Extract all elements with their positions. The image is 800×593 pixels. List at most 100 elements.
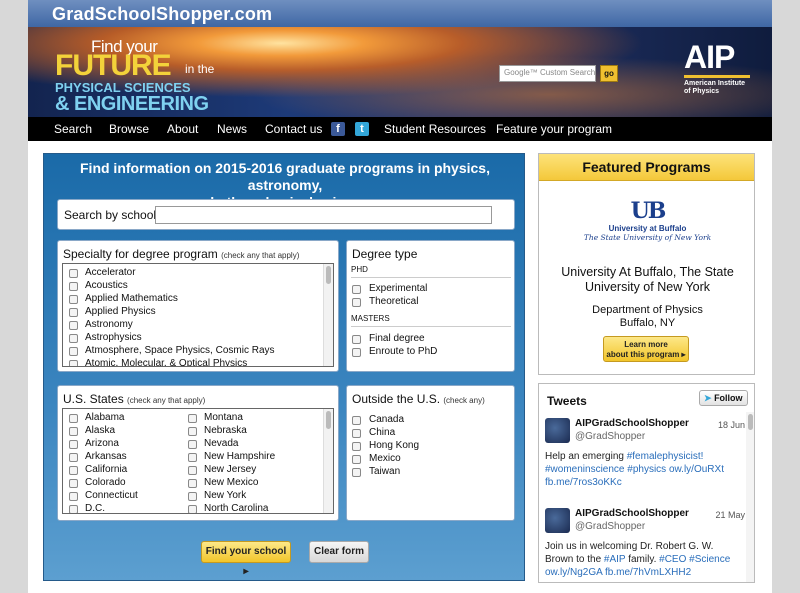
find-school-button[interactable]: Find your school ▸ xyxy=(201,541,291,577)
hashtag-link[interactable]: #CEO #Science xyxy=(659,554,730,565)
tweets-scrollbar[interactable] xyxy=(746,412,754,582)
checkbox[interactable] xyxy=(69,466,78,475)
scroll-thumb[interactable] xyxy=(326,411,331,429)
twitter-icon[interactable]: t xyxy=(355,122,369,136)
checkbox[interactable] xyxy=(188,427,197,436)
tweet-text: Join us in welcoming Dr. Robert G. W. Br… xyxy=(545,540,741,579)
state-item: Alabama xyxy=(85,412,125,423)
tweet-handle[interactable]: @GradShopper xyxy=(575,431,645,442)
divider xyxy=(351,277,511,278)
states-scrollbar[interactable] xyxy=(323,409,333,513)
search-by-school-box: Search by school xyxy=(57,199,515,230)
tweet-author[interactable]: AIPGradSchoolShopper xyxy=(575,508,689,519)
hashtag-link[interactable]: #AIP xyxy=(604,554,626,565)
outside-heading: Outside the U.S. (check any) xyxy=(352,392,485,406)
checkbox[interactable] xyxy=(69,308,78,317)
checkbox[interactable] xyxy=(352,335,361,344)
checkbox[interactable] xyxy=(352,416,361,425)
tweet-handle[interactable]: @GradShopper xyxy=(575,521,645,532)
nav-contact[interactable]: Contact us xyxy=(265,122,322,136)
avatar[interactable] xyxy=(545,418,570,443)
checkbox[interactable] xyxy=(69,414,78,423)
clear-form-button[interactable]: Clear form xyxy=(309,541,369,563)
tweet-link[interactable]: ow.ly/Ng2GA fb.me/7hVmLXHH2 xyxy=(545,567,691,578)
country-item: Hong Kong xyxy=(369,440,420,451)
checkbox[interactable] xyxy=(69,295,78,304)
tweet-text-part: family. xyxy=(625,554,660,565)
tweet-date[interactable]: 18 Jun xyxy=(718,420,745,430)
checkbox[interactable] xyxy=(69,427,78,436)
specialty-heading-text: Specialty for degree program xyxy=(63,247,218,261)
state-item: Nevada xyxy=(204,438,239,449)
avatar[interactable] xyxy=(545,508,570,533)
checkbox[interactable] xyxy=(188,440,197,449)
specialty-hint: (check any that apply) xyxy=(221,251,300,260)
nav-student-resources[interactable]: Student Resources xyxy=(384,122,486,136)
state-item: Arkansas xyxy=(85,451,127,462)
school-search-input[interactable] xyxy=(155,206,492,224)
checkbox[interactable] xyxy=(188,453,197,462)
checkbox[interactable] xyxy=(352,298,361,307)
scroll-thumb[interactable] xyxy=(326,266,331,284)
specialty-list[interactable]: Accelerator Acoustics Applied Mathematic… xyxy=(62,263,334,367)
google-search-input[interactable]: Google™ Custom Search xyxy=(499,65,596,82)
tweet-link[interactable]: fb.me/7ros3oKKc xyxy=(545,477,622,488)
state-item: Alaska xyxy=(85,425,116,436)
specialty-scrollbar[interactable] xyxy=(323,264,333,366)
aip-logo[interactable]: AIP American Institute of Physics xyxy=(684,41,750,96)
featured-dept-block: Department of Physics Buffalo, NY xyxy=(539,304,756,330)
checkbox[interactable] xyxy=(69,269,78,278)
states-box: U.S. States (check any that apply) Alaba… xyxy=(57,385,339,521)
tweet-date[interactable]: 21 May xyxy=(715,510,745,520)
checkbox[interactable] xyxy=(69,282,78,291)
learn-more-button[interactable]: Learn more about this program ▸ xyxy=(603,336,689,362)
nav-search[interactable]: Search xyxy=(54,122,92,136)
nav-feature-program[interactable]: Feature your program xyxy=(496,122,612,136)
checkbox[interactable] xyxy=(69,321,78,330)
checkbox[interactable] xyxy=(69,505,78,513)
ub-logo-line1: University at Buffalo xyxy=(608,224,687,233)
checkbox[interactable] xyxy=(352,348,361,357)
ub-logo-line2: The State University of New York xyxy=(583,233,712,242)
state-item: D.C. xyxy=(85,503,105,514)
states-list[interactable]: Alabama Alaska Arizona Arkansas Californ… xyxy=(62,408,334,514)
featured-heading: Featured Programs xyxy=(539,154,754,181)
ub-logo-mark: UB xyxy=(630,198,667,224)
checkbox[interactable] xyxy=(188,505,197,513)
checkbox[interactable] xyxy=(188,492,197,501)
checkbox[interactable] xyxy=(69,492,78,501)
search-panel: Find information on 2015-2016 graduate p… xyxy=(43,153,525,581)
checkbox[interactable] xyxy=(69,334,78,343)
checkbox[interactable] xyxy=(188,479,197,488)
checkbox[interactable] xyxy=(69,440,78,449)
checkbox[interactable] xyxy=(352,455,361,464)
checkbox[interactable] xyxy=(352,285,361,294)
follow-button[interactable]: ➤ Follow xyxy=(699,390,748,406)
nav-browse[interactable]: Browse xyxy=(109,122,149,136)
checkbox[interactable] xyxy=(69,360,78,366)
checkbox[interactable] xyxy=(69,347,78,356)
hashtag-link[interactable]: #femalephysicist! xyxy=(627,451,704,462)
featured-school[interactable]: University At Buffalo, The State Univers… xyxy=(539,265,756,295)
tweet-links[interactable]: #womeninscience #physics ow.ly/OuRXt xyxy=(545,464,724,475)
ub-logo[interactable]: UB University at Buffalo The State Unive… xyxy=(539,200,756,242)
tweet-text-part: Join us in welcoming Dr. Robert G. W. xyxy=(545,541,714,552)
tweet-author[interactable]: AIPGradSchoolShopper xyxy=(575,418,689,429)
scroll-thumb[interactable] xyxy=(748,414,753,430)
checkbox[interactable] xyxy=(69,453,78,462)
google-go-button[interactable]: go xyxy=(600,65,618,82)
checkbox[interactable] xyxy=(188,414,197,423)
country-item: Mexico xyxy=(369,453,401,464)
specialty-heading: Specialty for degree program (check any … xyxy=(63,247,299,261)
specialty-box: Specialty for degree program (check any … xyxy=(57,240,339,372)
checkbox[interactable] xyxy=(352,468,361,477)
site-name-link[interactable]: GradSchoolShopper.com xyxy=(52,4,272,25)
nav-news[interactable]: News xyxy=(217,122,247,136)
facebook-icon[interactable]: f xyxy=(331,122,345,136)
specialty-item: Astronomy xyxy=(85,319,133,330)
checkbox[interactable] xyxy=(352,442,361,451)
checkbox[interactable] xyxy=(69,479,78,488)
checkbox[interactable] xyxy=(188,466,197,475)
checkbox[interactable] xyxy=(352,429,361,438)
nav-about[interactable]: About xyxy=(167,122,198,136)
